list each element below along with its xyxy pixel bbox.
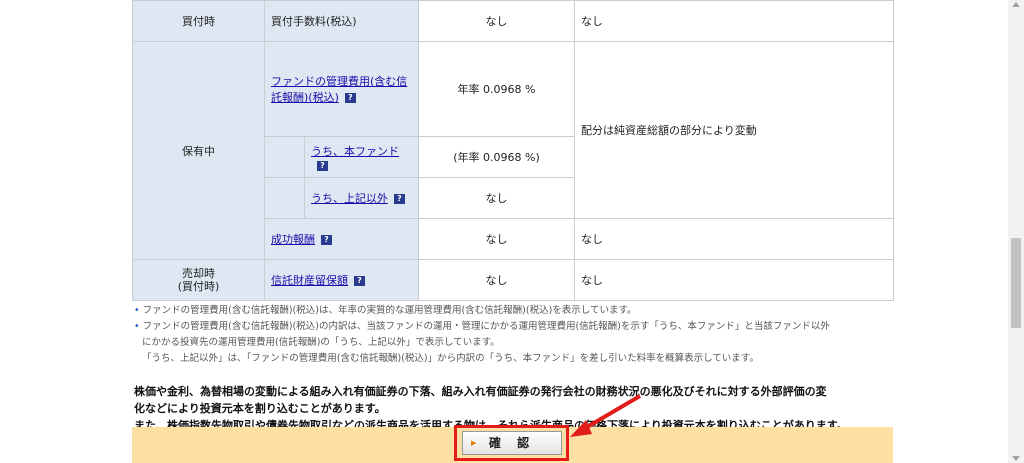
fee-notes: • ファンドの管理費用(含む信託報酬)(税込)は、年率の実質的な運用管理費用(含… [132, 303, 893, 367]
indent-cell [264, 177, 305, 219]
success-fee-cell: 成功報酬? [264, 218, 419, 260]
question-icon[interactable]: ? [321, 235, 332, 245]
other-cell: うち、上記以外? [304, 177, 419, 219]
mgmt-fee-link[interactable]: ファンドの管理費用(含む信託報酬)(税込) [271, 75, 407, 104]
this-fund-link[interactable]: うち、本ファンド [311, 145, 399, 158]
question-icon[interactable]: ? [344, 93, 356, 103]
buy-fee-value: なし [418, 0, 575, 42]
this-fund-value: (年率 0.0968 %) [418, 136, 575, 178]
table-row: 売却時 (買付時) 信託財産留保額? なし なし [132, 259, 894, 301]
this-fund-cell: うち、本ファンド? [304, 136, 419, 178]
mgmt-fee-value: 年率 0.0968 % [418, 41, 575, 137]
highlight-box [454, 425, 569, 461]
question-icon[interactable]: ? [394, 194, 405, 204]
table-row: 保有中 ファンドの管理費用(含む信託報酬)(税込)? 年率 0.0968 % 配… [132, 41, 894, 260]
buy-fee-note: なし [574, 0, 894, 42]
scroll-up-icon[interactable] [1012, 2, 1020, 7]
mgmt-fee-cell: ファンドの管理費用(含む信託報酬)(税込)? [264, 41, 419, 137]
trust-reserve-link[interactable]: 信託財産留保額 [271, 274, 348, 287]
scroll-down-icon[interactable] [1012, 456, 1020, 461]
fee-section: 買付時 買付手数料(税込) なし なし 保有中 ファンドの管理費用(含む信託報酬… [132, 0, 894, 434]
buy-timing-label: 買付時 [132, 0, 265, 42]
trust-reserve-note: なし [574, 259, 894, 301]
other-link[interactable]: うち、上記以外 [311, 192, 388, 205]
hold-timing-label: 保有中 [132, 41, 265, 260]
sell-timing-label: 売却時 (買付時) [132, 259, 265, 301]
note-item: 「うち、上記以外」は、「ファンドの管理費用(含む信託報酬)(税込)」から内訳の「… [142, 353, 759, 364]
trust-reserve-cell: 信託財産留保額? [264, 259, 419, 301]
question-icon[interactable]: ? [317, 160, 328, 171]
success-fee-value: なし [418, 218, 575, 260]
buy-fee-label: 買付手数料(税込) [264, 0, 419, 42]
note-item: • ファンドの管理費用(含む信託報酬)(税込)の内訳は、当該ファンドの運用・管理… [134, 321, 830, 332]
fee-table: 買付時 買付手数料(税込) なし なし 保有中 ファンドの管理費用(含む信託報酬… [132, 0, 894, 301]
scrollbar[interactable] [1008, 0, 1024, 463]
success-fee-note: なし [574, 218, 894, 260]
note-item: にかかる投資先の運用管理費用(信託報酬)の「うち、上記以外」で表示しています。 [142, 337, 500, 348]
mgmt-fee-note: 配分は純資産総額の部分により変動 [574, 41, 894, 219]
success-fee-link[interactable]: 成功報酬 [271, 233, 315, 246]
other-value: なし [418, 177, 575, 219]
note-item: • ファンドの管理費用(含む信託報酬)(税込)は、年率の実質的な運用管理費用(含… [134, 305, 637, 316]
trust-reserve-value: なし [418, 259, 575, 301]
question-icon[interactable]: ? [354, 276, 365, 286]
scroll-thumb[interactable] [1011, 238, 1021, 328]
indent-cell [264, 136, 305, 178]
table-row: 買付時 買付手数料(税込) なし なし [132, 0, 894, 42]
